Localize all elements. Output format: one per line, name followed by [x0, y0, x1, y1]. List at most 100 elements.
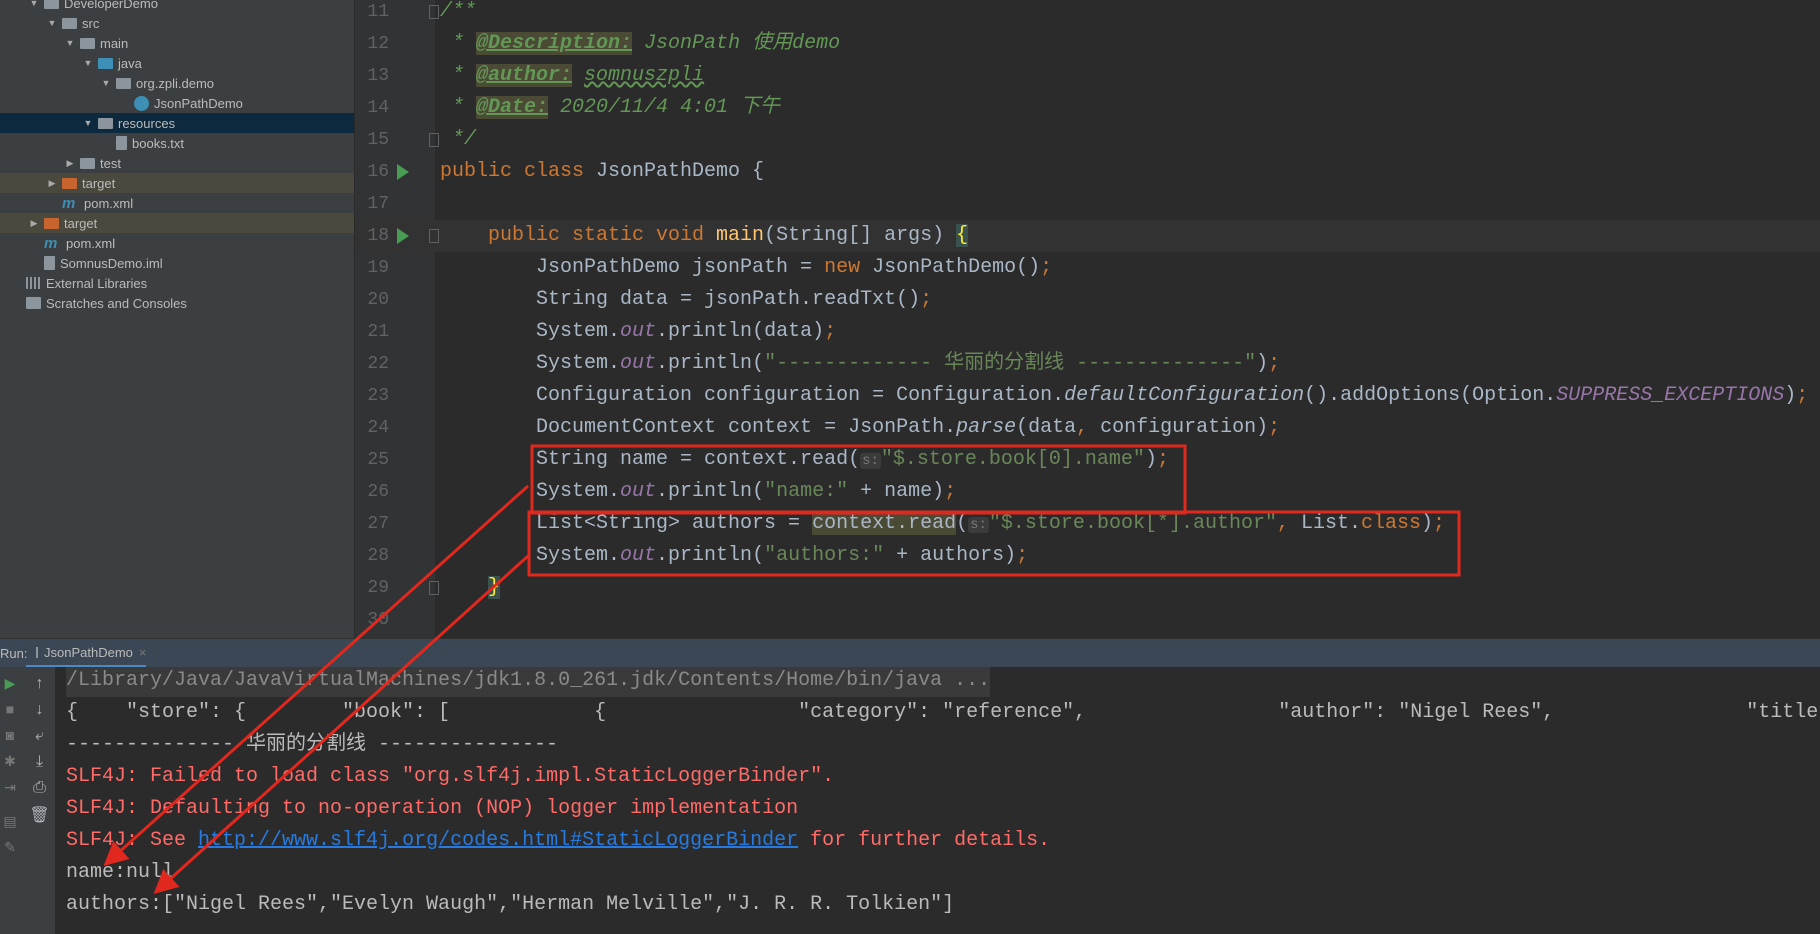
tree-item-label: JsonPathDemo	[154, 95, 243, 111]
tree-item[interactable]: m pom.xml	[0, 193, 354, 213]
code-token: ;	[1040, 256, 1053, 279]
stop-icon[interactable]: ■	[0, 701, 20, 717]
code-text: DocumentContext context = JsonPath.parse…	[440, 412, 1280, 444]
line-number: 20	[367, 290, 389, 310]
code-token: out	[620, 352, 657, 375]
pin-icon[interactable]: ✎	[0, 839, 20, 856]
tree-item[interactable]: JsonPathDemo	[0, 93, 354, 113]
code-line: 29 }	[355, 572, 1820, 604]
chevron-down-icon[interactable]: ▼	[28, 0, 40, 8]
code-editor[interactable]: 11/** 12 * @Description: JsonPath 使用demo 1…	[355, 0, 1820, 638]
tree-item[interactable]: External Libraries	[0, 273, 354, 293]
console-text: SLF4J: See	[66, 829, 199, 852]
run-tab-jsonpathdemo[interactable]: JsonPathDemo ×	[26, 639, 146, 668]
folder-icon	[80, 37, 95, 49]
tree-item[interactable]: ▶ test	[0, 153, 354, 173]
chevron-down-icon[interactable]: ▼	[82, 118, 94, 128]
tree-item[interactable]: ▼ org.zpli.demo	[0, 73, 354, 93]
chevron-right-icon[interactable]: ▶	[28, 218, 40, 229]
tree-item[interactable]: m pom.xml	[0, 233, 354, 253]
fold-marker-icon[interactable]	[429, 581, 439, 595]
console-text: { "store": { "book": [ { "category": "re…	[66, 701, 1820, 724]
tree-item[interactable]: Scratches and Consoles	[0, 293, 354, 313]
run-icon[interactable]: ▶	[0, 675, 20, 692]
line-number: 17	[367, 194, 389, 214]
fold-marker-icon[interactable]	[429, 133, 439, 147]
run-gutter-icon[interactable]	[397, 164, 409, 180]
code-line: 20 String data = jsonPath.readTxt();	[355, 284, 1820, 316]
close-tab-icon[interactable]: ×	[139, 645, 147, 660]
code-token: .println(data)	[656, 320, 825, 343]
code-token: System.	[440, 352, 621, 375]
tree-item[interactable]: SomnusDemo.iml	[0, 253, 354, 273]
scroll-to-end-icon[interactable]: ⤓	[23, 753, 56, 771]
chevron-down-icon[interactable]: ▼	[82, 58, 94, 68]
arrow-up-icon[interactable]: ↑	[23, 675, 56, 693]
code-text: /**	[440, 0, 476, 28]
code-text: String data = jsonPath.readTxt();	[440, 284, 932, 316]
chevron-down-icon[interactable]: ▼	[46, 18, 58, 28]
chevron-right-icon[interactable]: ▶	[46, 178, 58, 189]
trash-icon[interactable]: 🗑	[23, 805, 56, 825]
camera-icon[interactable]: ◙	[0, 727, 20, 743]
code-text: String name = context.read(s: "$.store.bo…	[440, 444, 1169, 477]
console-link[interactable]: http://www.slf4j.org/codes.html#StaticLo…	[198, 829, 798, 852]
code-text: JsonPathDemo jsonPath = new JsonPathDemo…	[440, 252, 1052, 284]
code-token: String name = context.read(	[440, 448, 861, 471]
tree-item[interactable]: ▼ src	[0, 13, 354, 33]
tree-item-label: pom.xml	[84, 195, 134, 211]
code-token: ;	[824, 320, 837, 343]
line-number: 28	[367, 546, 389, 566]
arrow-down-icon[interactable]: ↓	[23, 701, 56, 719]
code-text: public class JsonPathDemo {	[440, 156, 764, 188]
code-token: "$.store.book[*].author"	[988, 512, 1277, 535]
chevron-right-icon[interactable]: ▶	[64, 158, 76, 169]
exit-icon[interactable]: ⇥	[0, 779, 20, 796]
line-number: 11	[367, 2, 389, 22]
code-text: public static void main(String[] args) {	[440, 220, 969, 252]
tree-item-label: main	[100, 35, 129, 51]
tree-item[interactable]: ▶ target	[0, 173, 354, 193]
maven-icon: m	[62, 194, 76, 212]
source-folder-icon	[98, 57, 113, 69]
console-text: /Library/Java/JavaVirtualMachines/jdk1.8…	[66, 669, 991, 692]
layout-icon[interactable]: ▤	[0, 813, 20, 830]
module-icon	[44, 0, 59, 9]
tree-item[interactable]: ▼ DeveloperDemo	[0, 0, 354, 13]
code-line: 24 DocumentContext context = JsonPath.pa…	[355, 412, 1820, 444]
debug-icon[interactable]: ✱	[0, 753, 20, 770]
console-line: name:null	[66, 857, 174, 889]
fold-marker-icon[interactable]	[429, 5, 439, 19]
tree-item[interactable]: ▼ resources	[0, 113, 354, 133]
code-token: configuration)	[1100, 416, 1269, 439]
excluded-folder-icon	[62, 177, 77, 189]
run-toolwindow-header: Run: JsonPathDemo ×	[0, 638, 1820, 668]
iml-file-icon	[44, 256, 55, 270]
fold-marker-icon[interactable]	[429, 229, 439, 243]
print-icon[interactable]: ⎙	[23, 779, 56, 797]
tree-item[interactable]: books.txt	[0, 133, 354, 153]
tree-item[interactable]: ▼ java	[0, 53, 354, 73]
tree-item[interactable]: ▶ target	[0, 213, 354, 233]
chevron-down-icon[interactable]: ▼	[64, 38, 76, 48]
code-text: }	[440, 572, 501, 604]
text-file-icon	[116, 136, 127, 150]
code-token: @Date:	[476, 96, 549, 119]
code-token: JsonPathDemo jsonPath =	[440, 256, 825, 279]
code-token: DocumentContext context = JsonPath.	[440, 416, 957, 439]
code-line: 13 * @author: somnuszpli	[355, 60, 1820, 92]
soft-wrap-icon[interactable]: ⤶	[23, 727, 56, 745]
code-token: .println(	[656, 352, 765, 375]
code-line: 12 * @Description: JsonPath 使用demo	[355, 28, 1820, 60]
code-token: ;	[1796, 384, 1809, 407]
chevron-down-icon[interactable]: ▼	[100, 78, 112, 88]
code-token: SUPPRESS_EXCEPTIONS	[1556, 384, 1785, 407]
run-gutter-icon[interactable]	[397, 228, 409, 244]
code-token: )	[1421, 512, 1434, 535]
console-line: /Library/Java/JavaVirtualMachines/jdk1.8…	[66, 667, 991, 697]
console-output[interactable]: /Library/Java/JavaVirtualMachines/jdk1.8…	[56, 667, 1820, 934]
tree-item[interactable]: ▼ main	[0, 33, 354, 53]
line-number: 15	[367, 130, 389, 150]
